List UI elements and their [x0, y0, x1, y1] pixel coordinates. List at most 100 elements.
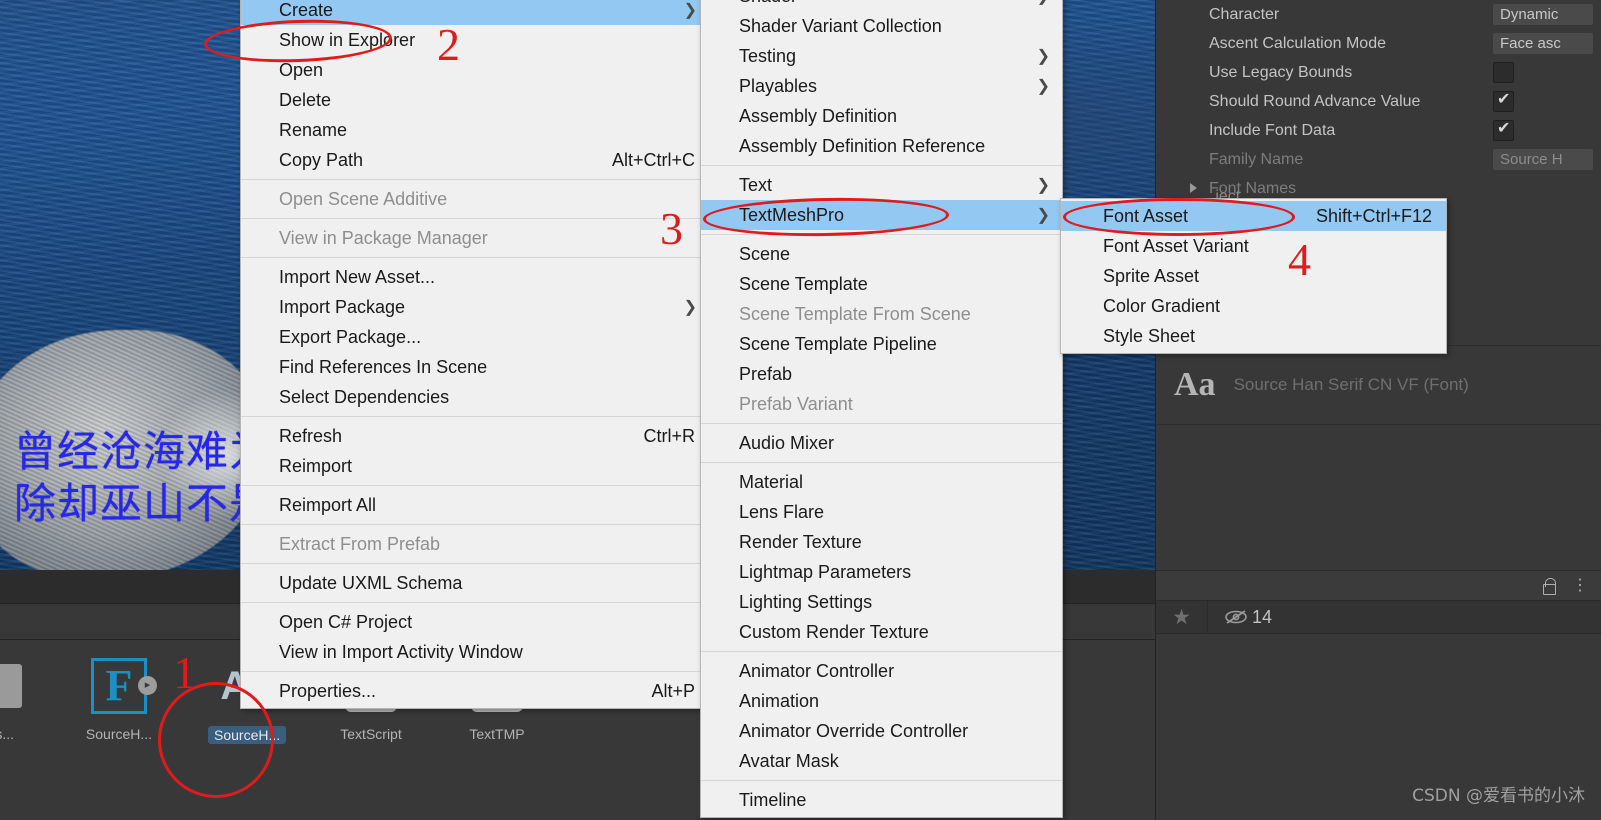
menu-item-label: Show in Explorer [279, 29, 416, 50]
unlock-icon[interactable] [1542, 578, 1556, 595]
textmeshpro-submenu[interactable]: Font Asset Shift+Ctrl+F12 Font Asset Varia… [1060, 198, 1447, 354]
asset-menu-item-open[interactable]: Open [241, 55, 709, 85]
asset-menu-item-find-references-in-scene[interactable]: Find References In Scene [241, 352, 709, 382]
asset-menu-item-update-uxml-schema[interactable]: Update UXML Schema [241, 568, 709, 598]
asset-menu-item-select-dependencies[interactable]: Select Dependencies [241, 382, 709, 412]
create-menu-item-lightmap-parameters[interactable]: Lightmap Parameters [701, 557, 1062, 587]
create-menu-item-lighting-settings[interactable]: Lighting Settings [701, 587, 1062, 617]
star-icon[interactable]: ★ [1172, 607, 1191, 628]
menu-item-label: Font Asset Variant [1103, 235, 1249, 256]
menu-item-label: Avatar Mask [739, 750, 839, 771]
inspector-row-should-round-advance-value[interactable]: Should Round Advance Value [1156, 87, 1601, 116]
inspector-row-character[interactable]: Character Dynamic [1156, 0, 1601, 29]
asset-menu-item-import-package[interactable]: Import Package ❯ [241, 292, 709, 322]
create-menu-item-audio-mixer[interactable]: Audio Mixer [701, 428, 1062, 458]
create-menu-item-animator-override-controller[interactable]: Animator Override Controller [701, 716, 1062, 746]
asset-menu-item-view-in-import-activity-window[interactable]: View in Import Activity Window [241, 637, 709, 667]
asset-menu-item-show-in-explorer[interactable]: Show in Explorer [241, 25, 709, 55]
kebab-menu-icon[interactable]: ⋮ [1572, 577, 1588, 593]
tmp-menu-item-style-sheet[interactable]: Style Sheet [1061, 321, 1446, 351]
inspector-row-use-legacy-bounds[interactable]: Use Legacy Bounds [1156, 58, 1601, 87]
inspector-row-include-font-data[interactable]: Include Font Data [1156, 116, 1601, 145]
menu-divider [241, 485, 709, 486]
menu-item-label: Testing [739, 45, 797, 66]
menu-divider [701, 651, 1062, 652]
asset-menu-item-refresh[interactable]: Refresh Ctrl+R [241, 421, 709, 451]
create-menu-item-text[interactable]: Text ❯ [701, 170, 1062, 200]
asset-menu-item-import-new-asset[interactable]: Import New Asset... [241, 262, 709, 292]
expand-asset-icon[interactable]: ▸ [138, 676, 157, 695]
create-menu-item-testing[interactable]: Testing ❯ [701, 41, 1062, 71]
asset-menu-item-delete[interactable]: Delete [241, 85, 709, 115]
create-menu-item-prefab[interactable]: Prefab [701, 359, 1062, 389]
include-font-data-checkbox[interactable] [1493, 118, 1514, 141]
menu-item-label: Open C# Project [279, 611, 413, 632]
create-menu-item-timeline[interactable]: Timeline [701, 785, 1062, 815]
favorite-cell[interactable]: ★ [1156, 601, 1208, 633]
create-menu-item-avatar-mask[interactable]: Avatar Mask [701, 746, 1062, 776]
create-menu-item-animator-controller[interactable]: Animator Controller [701, 656, 1062, 686]
menu-item-label: Create [279, 0, 334, 20]
asset-menu-item-export-package[interactable]: Export Package... [241, 322, 709, 352]
ascent-calculation-mode-dropdown[interactable]: Face asc [1493, 33, 1593, 54]
asset-context-menu[interactable]: Create ❯ Show in Explorer Open Delete Rename C… [240, 0, 710, 709]
create-menu-item-playables[interactable]: Playables ❯ [701, 71, 1062, 101]
inspector-row-ascent-calculation-mode[interactable]: Ascent Calculation Mode Face asc [1156, 29, 1601, 58]
create-menu-item-custom-render-texture[interactable]: Custom Render Texture [701, 617, 1062, 647]
asset-menu-item-rename[interactable]: Rename [241, 115, 709, 145]
asset-item-folder[interactable]: tMes... [0, 654, 30, 742]
inspector-toolbar[interactable]: ⋮ [1156, 570, 1601, 600]
create-menu-item-lens-flare[interactable]: Lens Flare [701, 497, 1062, 527]
asset-menu-item-create[interactable]: Create ❯ [241, 0, 709, 25]
should-round-advance-value-checkbox[interactable] [1493, 89, 1514, 112]
asset-menu-item-open-scene-additive: Open Scene Additive [241, 184, 709, 214]
asset-menu-item-copy-path[interactable]: Copy Path Alt+Ctrl+C [241, 145, 709, 175]
menu-divider [241, 563, 709, 564]
create-menu-item-assembly-definition-reference[interactable]: Assembly Definition Reference [701, 131, 1062, 161]
create-submenu[interactable]: Shader ❯ Shader Variant Collection Testing ❯… [700, 0, 1063, 818]
menu-item-label: Prefab Variant [739, 393, 853, 414]
tmp-menu-item-sprite-asset[interactable]: Sprite Asset [1061, 261, 1446, 291]
menu-item-label: Scene Template Pipeline [739, 333, 937, 354]
menu-item-label: TextMeshPro [739, 204, 845, 225]
font-preview-row[interactable]: Aa Source Han Serif CN VF (Font) [1156, 345, 1601, 425]
asset-menu-item-properties[interactable]: Properties... Alt+P [241, 676, 709, 706]
create-menu-item-assembly-definition[interactable]: Assembly Definition [701, 101, 1062, 131]
visibility-cell[interactable]: 14 [1208, 607, 1272, 628]
menu-item-label: Select Dependencies [279, 386, 450, 407]
inspector-row-family-name[interactable]: Family Name Source H [1156, 145, 1601, 174]
create-menu-item-animation[interactable]: Animation [701, 686, 1062, 716]
menu-item-label: Timeline [739, 789, 807, 810]
create-menu-item-scene-template-pipeline[interactable]: Scene Template Pipeline [701, 329, 1062, 359]
inspector-label: Include Font Data [1209, 121, 1336, 139]
tmp-menu-item-font-asset[interactable]: Font Asset Shift+Ctrl+F12 [1061, 201, 1446, 231]
menu-item-label: Extract From Prefab [279, 533, 441, 554]
asset-menu-item-view-in-package-manager: View in Package Manager [241, 223, 709, 253]
eye-slash-icon[interactable] [1224, 609, 1248, 625]
menu-item-label: Scene Template From Scene [739, 303, 971, 324]
menu-item-label: Import Package [279, 296, 406, 317]
asset-menu-item-reimport-all[interactable]: Reimport All [241, 490, 709, 520]
create-menu-item-shader[interactable]: Shader ❯ [701, 0, 1062, 11]
use-legacy-bounds-checkbox[interactable] [1493, 62, 1514, 83]
create-menu-item-scene[interactable]: Scene [701, 239, 1062, 269]
family-name-field[interactable]: Source H [1493, 149, 1593, 170]
asset-label: SourceH... [85, 726, 153, 742]
menu-item-label: Prefab [739, 363, 793, 384]
asset-menu-item-open-c-project[interactable]: Open C# Project [241, 607, 709, 637]
inspector-statusbar[interactable]: ★ 14 [1156, 600, 1601, 634]
tmp-menu-item-font-asset-variant[interactable]: Font Asset Variant [1061, 231, 1446, 261]
chevron-right-icon[interactable] [1190, 183, 1197, 193]
create-menu-item-shader-variant-collection[interactable]: Shader Variant Collection [701, 11, 1062, 41]
create-menu-item-scene-template[interactable]: Scene Template [701, 269, 1062, 299]
create-menu-item-material[interactable]: Material [701, 467, 1062, 497]
asset-item-font-file[interactable]: F ▸ SourceH... [82, 654, 157, 742]
create-menu-item-render-texture[interactable]: Render Texture [701, 527, 1062, 557]
inspector-panel[interactable]: Character Dynamic Ascent Calculation Mod… [1155, 0, 1601, 820]
create-menu-item-textmeshpro[interactable]: TextMeshPro ❯ [701, 200, 1062, 230]
asset-menu-item-reimport[interactable]: Reimport [241, 451, 709, 481]
character-dropdown[interactable]: Dynamic [1493, 4, 1593, 25]
inspector-label: Should Round Advance Value [1209, 92, 1421, 110]
chevron-right-icon: ❯ [1037, 0, 1050, 11]
tmp-menu-item-color-gradient[interactable]: Color Gradient [1061, 291, 1446, 321]
